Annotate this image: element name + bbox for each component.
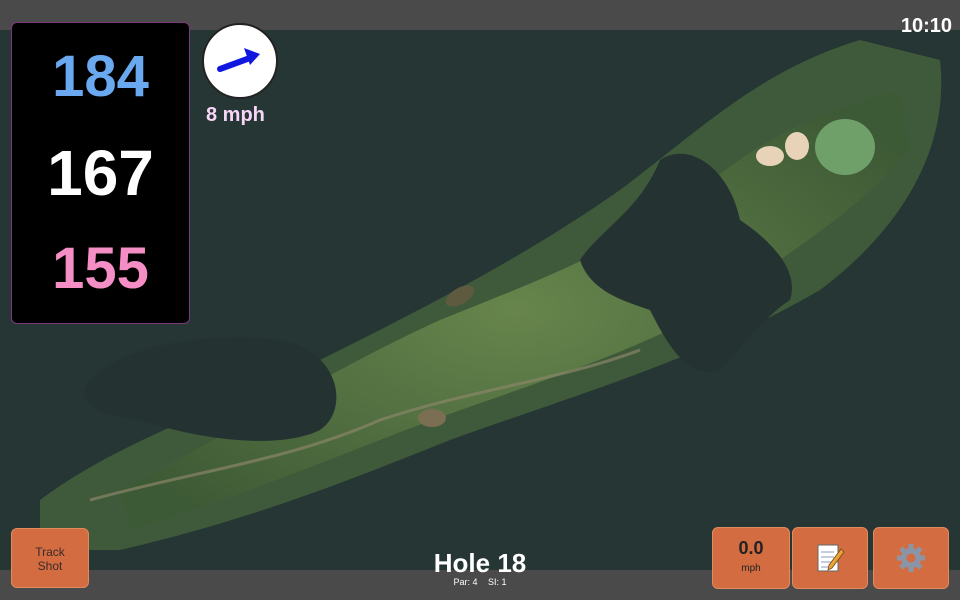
back-distance: 184 bbox=[52, 44, 149, 109]
wind-indicator bbox=[202, 23, 278, 99]
speed-unit: mph bbox=[741, 563, 761, 574]
track-shot-label-line2: Shot bbox=[37, 559, 63, 573]
wind-speed: 8 mph bbox=[206, 104, 265, 126]
hole-stroke-index: SI: 1 bbox=[488, 577, 507, 587]
clock: 10:10 bbox=[900, 15, 952, 37]
front-distance: 155 bbox=[52, 236, 149, 301]
track-shot-button[interactable]: Track Shot bbox=[11, 528, 89, 588]
hole-title: Hole 18 bbox=[433, 548, 527, 578]
notepad-icon bbox=[817, 544, 845, 572]
notes-button[interactable] bbox=[792, 527, 868, 589]
middle-distance: 167 bbox=[47, 137, 154, 209]
hole-info: Par: 4 SI: 1 bbox=[380, 577, 580, 587]
distance-panel: 184 167 155 bbox=[11, 22, 190, 324]
track-shot-label-line1: Track bbox=[35, 545, 65, 559]
speed-value: 0.0 bbox=[738, 538, 764, 558]
hole-par: Par: 4 bbox=[453, 577, 478, 587]
wind-arrow-icon bbox=[217, 48, 260, 72]
gear-icon bbox=[897, 544, 925, 572]
speed-button[interactable]: 0.0 mph bbox=[712, 527, 790, 589]
settings-button[interactable] bbox=[873, 527, 949, 589]
